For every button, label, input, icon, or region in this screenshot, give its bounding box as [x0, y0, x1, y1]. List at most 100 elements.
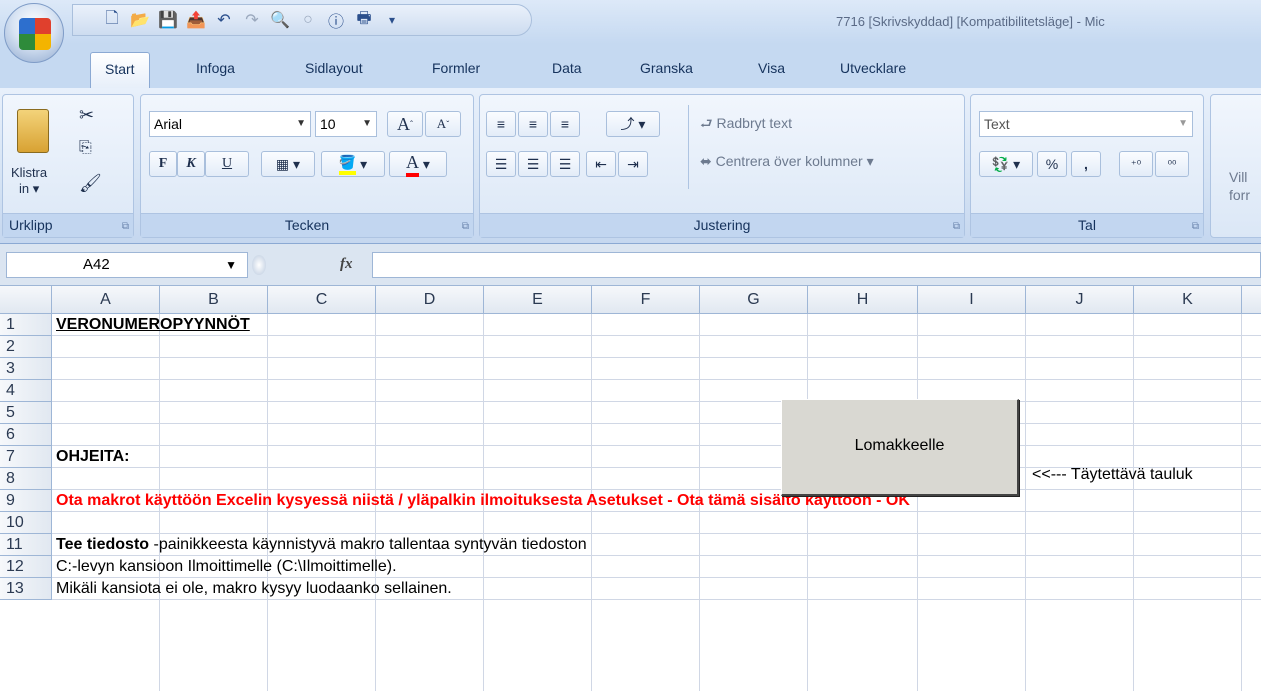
font-group-label: Tecken	[141, 213, 473, 237]
paste-button[interactable]: Klistra in ▾	[9, 103, 59, 199]
merge-center-button[interactable]: ⬌ Centrera över kolumner ▾	[700, 153, 874, 170]
percent-button[interactable]: %	[1037, 151, 1067, 177]
dialog-launcher-icon[interactable]: ⧉	[122, 221, 129, 232]
tab-granska[interactable]: Granska	[640, 60, 693, 76]
lomakkeelle-button[interactable]: Lomakkeelle	[781, 399, 1019, 496]
column-header-k[interactable]: K	[1134, 286, 1242, 314]
font-name-combo[interactable]: Arial ▼	[149, 111, 311, 137]
tab-infoga[interactable]: Infoga	[196, 60, 235, 76]
column-header-partial[interactable]	[1242, 286, 1261, 314]
column-header-c[interactable]: C	[268, 286, 376, 314]
row-header-8[interactable]: 8	[0, 468, 52, 490]
save-icon[interactable]: 💾	[157, 9, 179, 31]
column-header-g[interactable]: G	[700, 286, 808, 314]
print-icon[interactable]: 🖶	[353, 9, 375, 31]
bold-button[interactable]: F	[149, 151, 177, 177]
insert-function-icon[interactable]: fx	[340, 256, 353, 273]
align-bottom-button[interactable]: ≡	[550, 111, 580, 137]
name-box[interactable]: A42 ▼	[6, 252, 248, 278]
align-right-button[interactable]: ☰	[550, 151, 580, 177]
undo-icon[interactable]: ↶	[213, 9, 235, 31]
row-header-4[interactable]: 4	[0, 380, 52, 402]
tab-sidlayout[interactable]: Sidlayout	[305, 60, 363, 76]
alignment-group-label: Justering	[480, 213, 964, 237]
copy-icon[interactable]: ⎘	[79, 139, 92, 157]
conditional-format-label-2[interactable]: forr	[1229, 187, 1250, 203]
dropdown-arrow-icon[interactable]: ▼	[225, 253, 237, 277]
cell-a7[interactable]: OHJEITA:	[56, 446, 129, 468]
new-document-icon[interactable]: 🗋	[101, 9, 123, 31]
find-icon[interactable]: 🔍	[269, 9, 291, 31]
column-header-j[interactable]: J	[1026, 286, 1134, 314]
row-header-11[interactable]: 11	[0, 534, 52, 556]
column-header-e[interactable]: E	[484, 286, 592, 314]
tab-utvecklare[interactable]: Utvecklare	[840, 60, 906, 76]
redo-icon[interactable]: ↷	[241, 9, 263, 31]
orientation-button[interactable]: ⤴ ▾	[606, 111, 660, 137]
column-header-h[interactable]: H	[808, 286, 918, 314]
font-color-button[interactable]: A ▾	[389, 151, 447, 177]
comma-button[interactable]: ,	[1071, 151, 1101, 177]
italic-button[interactable]: K	[177, 151, 205, 177]
column-header-d[interactable]: D	[376, 286, 484, 314]
fill-color-button[interactable]: 🪣 ▾	[321, 151, 385, 177]
column-header-b[interactable]: B	[160, 286, 268, 314]
fill-color-icon: 🪣	[338, 154, 357, 175]
row-header-9[interactable]: 9	[0, 490, 52, 512]
quick-access-toolbar: 🗋 📂 💾 📤 ↶ ↷ 🔍 ○ ⓘ 🖶 ▾	[72, 4, 532, 36]
cell-a1[interactable]: VERONUMEROPYYNNÖT	[56, 314, 250, 336]
tab-data[interactable]: Data	[552, 60, 582, 76]
merge-center-icon: ⬌	[700, 153, 712, 169]
tab-formler[interactable]: Formler	[432, 60, 480, 76]
row-header-3[interactable]: 3	[0, 358, 52, 380]
align-left-button[interactable]: ☰	[486, 151, 516, 177]
align-middle-button[interactable]: ≡	[518, 111, 548, 137]
column-header-i[interactable]: I	[918, 286, 1026, 314]
number-format-combo[interactable]: Text ▼	[979, 111, 1193, 137]
decrease-indent-button[interactable]: ⇤	[586, 151, 616, 177]
row-header-13[interactable]: 13	[0, 578, 52, 600]
worksheet-grid[interactable]: A B C D E F G H I J K 1 2 3 4 5 6 7 8 9 …	[0, 286, 1261, 691]
increase-decimal-button[interactable]: ⁺⁰	[1119, 151, 1153, 177]
select-all-corner[interactable]	[0, 286, 52, 314]
cut-icon[interactable]: ✂	[79, 105, 94, 126]
info-icon[interactable]: ⓘ	[325, 9, 347, 31]
open-folder-icon[interactable]: 📂	[129, 9, 151, 31]
increase-indent-button[interactable]: ⇥	[618, 151, 648, 177]
font-color-icon: A	[406, 152, 420, 177]
cell-a12[interactable]: C:-levyn kansioon Ilmoittimelle (C:\Ilmo…	[56, 556, 397, 578]
format-painter-icon[interactable]: 🖌	[79, 173, 102, 194]
font-size-combo[interactable]: 10 ▼	[315, 111, 377, 137]
align-top-button[interactable]: ≡	[486, 111, 516, 137]
shrink-font-button[interactable]: Aˇ	[425, 111, 461, 137]
wrap-text-button[interactable]: ⮐ Radbryt text	[700, 113, 792, 137]
row-header-7[interactable]: 7	[0, 446, 52, 468]
tab-visa[interactable]: Visa	[758, 60, 785, 76]
dialog-launcher-icon[interactable]: ⧉	[953, 221, 960, 232]
borders-button[interactable]: ▦ ▾	[261, 151, 315, 177]
accounting-format-button[interactable]: 💱 ▾	[979, 151, 1033, 177]
row-header-10[interactable]: 10	[0, 512, 52, 534]
cell-a11[interactable]: Tee tiedosto -painikkeesta käynnistyvä m…	[56, 534, 587, 556]
column-header-f[interactable]: F	[592, 286, 700, 314]
circle-icon[interactable]: ○	[297, 9, 319, 31]
decrease-decimal-button[interactable]: ⁰⁰	[1155, 151, 1189, 177]
office-button[interactable]	[4, 3, 64, 63]
row-header-12[interactable]: 12	[0, 556, 52, 578]
grow-font-button[interactable]: Aˆ	[387, 111, 423, 137]
customize-qat-icon[interactable]: ▾	[381, 9, 403, 31]
row-header-1[interactable]: 1	[0, 314, 52, 336]
align-center-button[interactable]: ☰	[518, 151, 548, 177]
dialog-launcher-icon[interactable]: ⧉	[1192, 221, 1199, 232]
underline-button[interactable]: U	[205, 151, 249, 177]
row-header-6[interactable]: 6	[0, 424, 52, 446]
export-icon[interactable]: 📤	[185, 9, 207, 31]
formula-input[interactable]	[372, 252, 1261, 278]
conditional-format-label-1[interactable]: Vill	[1229, 169, 1247, 185]
row-header-2[interactable]: 2	[0, 336, 52, 358]
dialog-launcher-icon[interactable]: ⧉	[462, 221, 469, 232]
cell-a13[interactable]: Mikäli kansiota ei ole, makro kysyy luod…	[56, 578, 452, 600]
column-header-a[interactable]: A	[52, 286, 160, 314]
tab-start[interactable]: Start	[90, 52, 150, 88]
row-header-5[interactable]: 5	[0, 402, 52, 424]
